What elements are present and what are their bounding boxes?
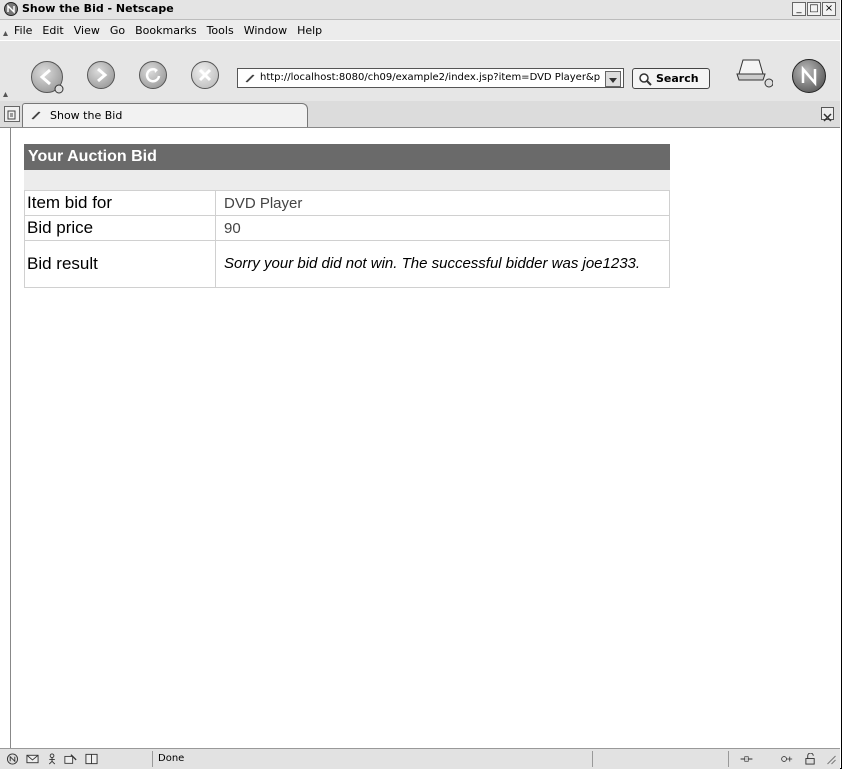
status-divider: [592, 751, 593, 767]
search-icon: [639, 73, 652, 86]
menu-bookmarks[interactable]: Bookmarks: [135, 24, 196, 37]
cookie-icon[interactable]: [780, 753, 793, 765]
bid-table: Your Auction Bid Item bid for DVD Player…: [24, 144, 670, 288]
row-label: Bid result: [25, 241, 216, 287]
new-tab-button[interactable]: [4, 106, 20, 122]
netscape-icon: [4, 2, 18, 16]
table-spacer: [24, 170, 670, 190]
url-dropdown-button[interactable]: [605, 71, 621, 87]
status-divider: [728, 751, 729, 767]
search-label: Search: [656, 72, 699, 85]
maximize-button[interactable]: □: [807, 2, 821, 16]
stop-icon: [198, 68, 212, 82]
status-bar: Done: [0, 748, 840, 769]
url-field[interactable]: http://localhost:8080/ch09/example2/inde…: [237, 68, 624, 88]
close-window-button[interactable]: ×: [822, 2, 836, 16]
menu-window[interactable]: Window: [244, 24, 287, 37]
navigator-icon[interactable]: [6, 753, 19, 765]
composer-icon[interactable]: [64, 753, 77, 765]
tab-label: Show the Bid: [50, 109, 123, 122]
menu-tools[interactable]: Tools: [207, 24, 234, 37]
status-divider: [152, 751, 153, 767]
window-title: Show the Bid - Netscape: [22, 2, 174, 15]
minimize-button[interactable]: _: [792, 2, 806, 16]
resize-grip-icon[interactable]: [824, 753, 837, 765]
address-book-icon[interactable]: [85, 753, 98, 765]
forward-arrow-icon: [97, 67, 108, 83]
online-status-icon[interactable]: [740, 753, 753, 765]
print-icon[interactable]: [733, 54, 773, 88]
row-value: DVD Player: [224, 194, 303, 212]
menu-file[interactable]: File: [14, 24, 32, 37]
page-icon: [31, 111, 41, 120]
toolbar-grip-icon[interactable]: [3, 30, 8, 36]
chevron-down-icon: [609, 78, 617, 83]
page-content: Your Auction Bid Item bid for DVD Player…: [10, 128, 841, 748]
security-lock-icon[interactable]: [804, 753, 817, 765]
new-tab-icon: [7, 110, 16, 120]
page-icon: [245, 74, 255, 83]
netscape-n-icon: [801, 65, 817, 87]
navigation-toolbar: http://localhost:8080/ch09/example2/inde…: [0, 40, 840, 102]
reload-icon: [145, 68, 161, 83]
menu-edit[interactable]: Edit: [42, 24, 63, 37]
back-dropdown-icon[interactable]: [54, 84, 64, 94]
menu-bar: File Edit View Go Bookmarks Tools Window…: [0, 20, 840, 40]
page-title: Your Auction Bid: [24, 144, 670, 170]
chat-icon[interactable]: [46, 753, 59, 765]
row-label: Bid price: [25, 216, 216, 240]
bid-result-message: Sorry your bid did not win. The successf…: [224, 255, 641, 272]
tab-bar: Show the Bid: [0, 101, 840, 128]
search-button[interactable]: Search: [632, 68, 710, 89]
row-value: 90: [224, 219, 241, 237]
title-bar: Show the Bid - Netscape _ □ ×: [0, 0, 840, 20]
browser-window: Show the Bid - Netscape _ □ × File Edit …: [0, 0, 842, 769]
menu-help[interactable]: Help: [297, 24, 322, 37]
table-row: Item bid for DVD Player: [24, 190, 670, 216]
table-row: Bid result Sorry your bid did not win. T…: [24, 241, 670, 288]
table-row: Bid price 90: [24, 216, 670, 241]
menu-view[interactable]: View: [74, 24, 100, 37]
tab-show-the-bid[interactable]: Show the Bid: [22, 103, 308, 127]
row-label: Item bid for: [25, 191, 216, 215]
forward-button[interactable]: [87, 61, 115, 89]
menu-go[interactable]: Go: [110, 24, 125, 37]
url-text[interactable]: http://localhost:8080/ch09/example2/inde…: [260, 72, 600, 83]
netscape-logo: [792, 59, 826, 93]
mail-icon[interactable]: [26, 753, 39, 765]
reload-button[interactable]: [139, 61, 167, 89]
stop-button[interactable]: [191, 61, 219, 89]
close-icon: [823, 113, 832, 122]
status-text: Done: [158, 753, 185, 764]
toolbar-grip-icon[interactable]: [3, 91, 8, 97]
close-tab-button[interactable]: [821, 107, 834, 122]
